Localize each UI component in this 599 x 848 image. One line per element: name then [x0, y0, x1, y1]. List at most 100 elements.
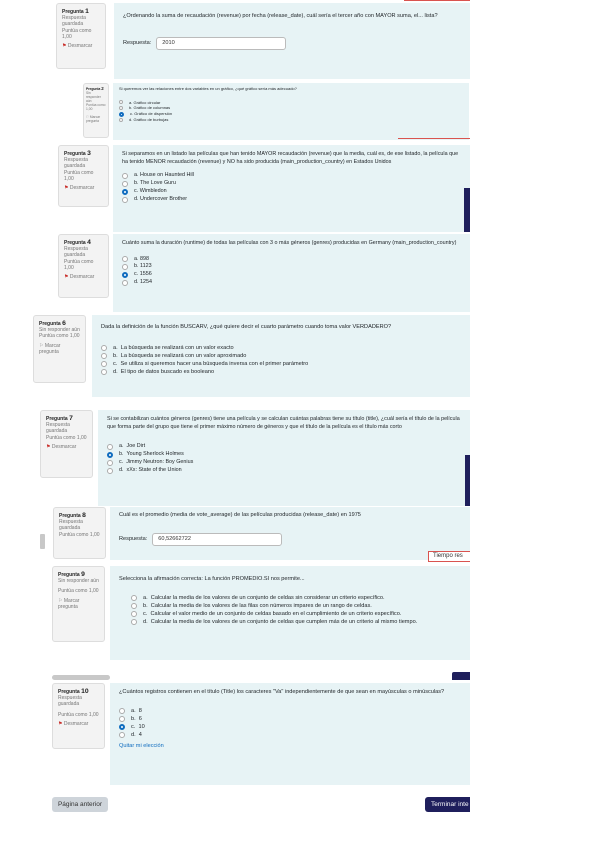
question-text: Dada la definición de la función BUSCARV…: [101, 324, 392, 330]
radio-button[interactable]: [122, 173, 128, 180]
radio-button[interactable]: [122, 180, 128, 187]
option-b[interactable]: b. 1123: [122, 263, 461, 271]
radio-button[interactable]: [119, 732, 125, 739]
radio-button[interactable]: [107, 467, 113, 474]
flag-toggle[interactable]: ⚑ Desmarcar: [64, 185, 103, 191]
radio-button[interactable]: [119, 100, 123, 105]
question-text: Si se contabilizan cuántos géneros (genr…: [107, 416, 460, 430]
option-a[interactable]: a. 8: [119, 707, 461, 715]
radio-button[interactable]: [131, 611, 137, 618]
flag-toggle[interactable]: ⚑ Desmarcar: [64, 274, 103, 280]
question-content: Dada la definición de la función BUSCARV…: [92, 315, 470, 397]
flag-toggle[interactable]: ⚑ Desmarcar: [58, 721, 99, 727]
radio-button[interactable]: [119, 715, 125, 722]
finish-attempt-button[interactable]: Terminar inte: [425, 797, 470, 812]
option-d[interactable]: d. 4: [119, 731, 461, 739]
question-grade: Puntúa como 1,00: [64, 258, 94, 271]
question-info: Pregunta 1 Respuesta guardada Puntúa com…: [56, 3, 106, 69]
option-a[interactable]: a. La búsqueda se realizará con un valor…: [101, 344, 461, 352]
option-c[interactable]: c. 1556: [122, 271, 461, 279]
radio-button[interactable]: [101, 361, 107, 368]
flag-icon: ⚑: [64, 274, 69, 280]
question-number: Pregunta 6: [39, 320, 66, 327]
flag-icon: ⚑: [58, 720, 63, 727]
option-b[interactable]: b. The Love Guru: [122, 180, 461, 188]
question-number: Pregunta 7: [46, 415, 73, 422]
radio-button[interactable]: [119, 117, 123, 122]
radio-button-selected[interactable]: [119, 111, 124, 117]
option-b[interactable]: b. 6: [119, 715, 461, 723]
flag-icon: ⚑: [46, 443, 51, 450]
question-text: Si queremos ver las relaciones entre dos…: [119, 86, 297, 91]
option-a[interactable]: a. Calcular la media de los valores de u…: [119, 594, 461, 602]
radio-button[interactable]: [122, 264, 128, 271]
radio-button[interactable]: [122, 196, 128, 203]
radio-button[interactable]: [107, 444, 113, 451]
option-a[interactable]: a. Joe Dirt: [107, 443, 461, 451]
option-c[interactable]: c. Se utiliza si queremos hacer una búsq…: [101, 360, 461, 368]
question-content: Cuál es el promedio (media de vote_avera…: [110, 507, 470, 560]
radio-button[interactable]: [122, 279, 128, 286]
divider: [404, 0, 470, 1]
scroll-handle[interactable]: [40, 534, 45, 549]
clear-choice-link[interactable]: Quitar mi elección: [119, 743, 461, 749]
option-d[interactable]: d. 1254: [122, 279, 461, 287]
question-content: Si queremos ver las relaciones entre dos…: [113, 83, 469, 140]
radio-button[interactable]: [131, 594, 137, 601]
option-d[interactable]: d. Gráfico de burbujas: [119, 117, 463, 123]
question-content: ¿Ordenando la suma de recaudación (reven…: [114, 3, 470, 79]
question-status: Respuesta guardada: [62, 15, 86, 28]
radio-button-selected[interactable]: [119, 724, 125, 731]
flag-toggle[interactable]: ⚐ Marcar pregunta: [58, 598, 99, 610]
option-a[interactable]: a. 898: [122, 256, 461, 264]
option-c[interactable]: c. Wimbledon: [122, 188, 461, 196]
radio-button[interactable]: [122, 256, 128, 263]
question-status: Respuesta guardada: [58, 695, 82, 708]
radio-button[interactable]: [101, 352, 107, 359]
flag-toggle[interactable]: ⚐ Marcar pregunta: [86, 115, 106, 123]
option-a[interactable]: a. House on Haunted Hill: [122, 172, 461, 180]
radio-button[interactable]: [131, 602, 137, 609]
option-b[interactable]: b. La búsqueda se realizará con un valor…: [101, 352, 461, 360]
question-content: Selecciona la afirmación correcta: La fu…: [110, 566, 470, 660]
radio-button[interactable]: [119, 707, 125, 714]
question-info: Pregunta 2 Sin responder aún Puntúa como…: [83, 83, 109, 138]
previous-page-button[interactable]: Página anterior: [52, 797, 108, 812]
answer-input[interactable]: [156, 36, 287, 50]
radio-button[interactable]: [131, 619, 137, 626]
divider: [398, 138, 470, 139]
option-b[interactable]: b. Calcular la media de los valores de l…: [119, 602, 461, 610]
side-marker: [465, 455, 470, 506]
radio-button[interactable]: [107, 459, 113, 466]
question-content: Si separamos en un listado las películas…: [113, 145, 470, 232]
question-status: Respuesta guardada: [46, 422, 70, 435]
question-number: Pregunta 9: [58, 571, 85, 578]
radio-button[interactable]: [119, 106, 123, 111]
option-d[interactable]: d. Calcular la media de los valores de u…: [119, 618, 461, 626]
option-c[interactable]: c. 10: [119, 723, 461, 731]
radio-button-selected[interactable]: [122, 188, 128, 195]
radio-button-selected[interactable]: [107, 451, 113, 458]
option-c[interactable]: c. Calcular el valor medio de un conjunt…: [119, 610, 461, 618]
option-d[interactable]: d. Undercover Brother: [122, 196, 461, 204]
option-d[interactable]: d. El tipo de datos buscado es booleano: [101, 368, 461, 376]
radio-button[interactable]: [101, 369, 107, 376]
flag-toggle[interactable]: ⚑ Desmarcar: [46, 444, 87, 450]
option-c[interactable]: c. Jimmy Neutron: Boy Genius: [107, 459, 461, 467]
answer-input[interactable]: [152, 532, 283, 546]
question-text: Cuál es el promedio (media de vote_avera…: [119, 512, 361, 518]
flag-toggle[interactable]: ⚐ Marcar pregunta: [39, 343, 80, 355]
option-b[interactable]: b. Young Sherlock Holmes: [107, 451, 461, 459]
question-content: Cuánto suma la duración (runtime) de tod…: [113, 234, 470, 312]
question-status: Respuesta guardada: [59, 519, 83, 532]
question-grade: Puntúa como 1,00: [58, 711, 99, 718]
radio-button[interactable]: [101, 344, 107, 351]
flag-toggle[interactable]: ⚑ Desmarcar: [62, 43, 100, 49]
flag-icon: ⚑: [62, 43, 67, 49]
option-d[interactable]: d. xXx: State of the Union: [107, 467, 461, 475]
question-info: Pregunta 10 Respuesta guardada Puntúa co…: [52, 683, 105, 749]
timer-remaining: Tiempo res: [428, 551, 470, 562]
radio-button-selected[interactable]: [122, 272, 128, 279]
question-number: Pregunta 1: [62, 8, 89, 15]
question-text: ¿Ordenando la suma de recaudación (reven…: [123, 13, 438, 19]
